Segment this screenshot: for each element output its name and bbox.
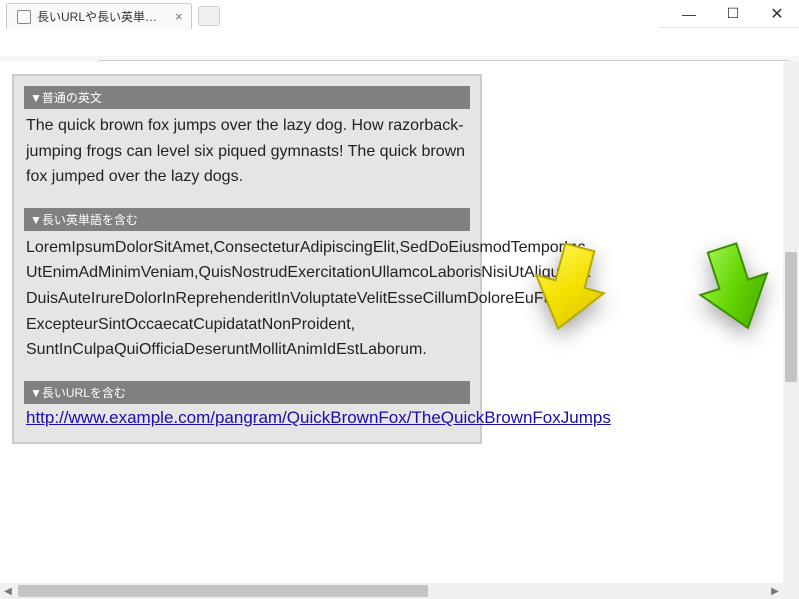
section-heading-1: ▼普通の英文: [24, 86, 470, 109]
browser-tab[interactable]: 長いURLや長い英単語だとE ×: [6, 3, 192, 29]
close-tab-icon[interactable]: ×: [173, 9, 185, 24]
sample-box: ▼普通の英文 The quick brown fox jumps over th…: [12, 74, 482, 444]
long-word-line: LoremIpsumDolorSitAmet,ConsecteturAdipis…: [26, 235, 468, 261]
long-word-line: DuisAuteIrureDolorInReprehenderitInVolup…: [26, 286, 468, 312]
green-arrow-icon: [690, 238, 780, 343]
window-minimize-button[interactable]: —: [667, 0, 711, 28]
vertical-scroll-thumb[interactable]: [785, 252, 797, 382]
window-maximize-button[interactable]: ☐: [711, 0, 755, 28]
section-body-2: LoremIpsumDolorSitAmet,ConsecteturAdipis…: [24, 231, 470, 371]
section-heading-2: ▼長い英単語を含む: [24, 208, 470, 231]
tab-strip: 長いURLや長い英単語だとE ×: [0, 0, 659, 29]
horizontal-scroll-thumb[interactable]: [18, 585, 428, 597]
long-word-line: SuntInCulpaQuiOfficiaDeseruntMollitAnimI…: [26, 337, 468, 363]
scroll-left-icon[interactable]: ◀: [0, 583, 16, 599]
yellow-arrow-icon: [524, 238, 614, 343]
section-body-3: http://www.example.com/pangram/QuickBrow…: [24, 404, 470, 428]
long-word-line: UtEnimAdMinimVeniam,QuisNostrudExercitat…: [26, 260, 468, 286]
page-viewport: ▼普通の英文 The quick brown fox jumps over th…: [0, 62, 799, 583]
scroll-corner: [783, 583, 799, 599]
section-body-1: The quick brown fox jumps over the lazy …: [24, 109, 470, 198]
section-heading-3: ▼長いURLを含む: [24, 381, 470, 404]
long-word-line: ExcepteurSintOccaecatCupidatatNonProiden…: [26, 312, 468, 338]
new-tab-button[interactable]: [198, 6, 220, 26]
page-favicon-icon: [17, 10, 31, 24]
horizontal-scrollbar[interactable]: ◀ ▶: [0, 583, 783, 599]
tab-title: 長いURLや長い英単語だとE: [37, 8, 167, 25]
scroll-right-icon[interactable]: ▶: [767, 583, 783, 599]
long-url-link[interactable]: http://www.example.com/pangram/QuickBrow…: [26, 408, 611, 427]
window-close-button[interactable]: ✕: [755, 0, 799, 28]
vertical-scrollbar[interactable]: [783, 62, 799, 583]
